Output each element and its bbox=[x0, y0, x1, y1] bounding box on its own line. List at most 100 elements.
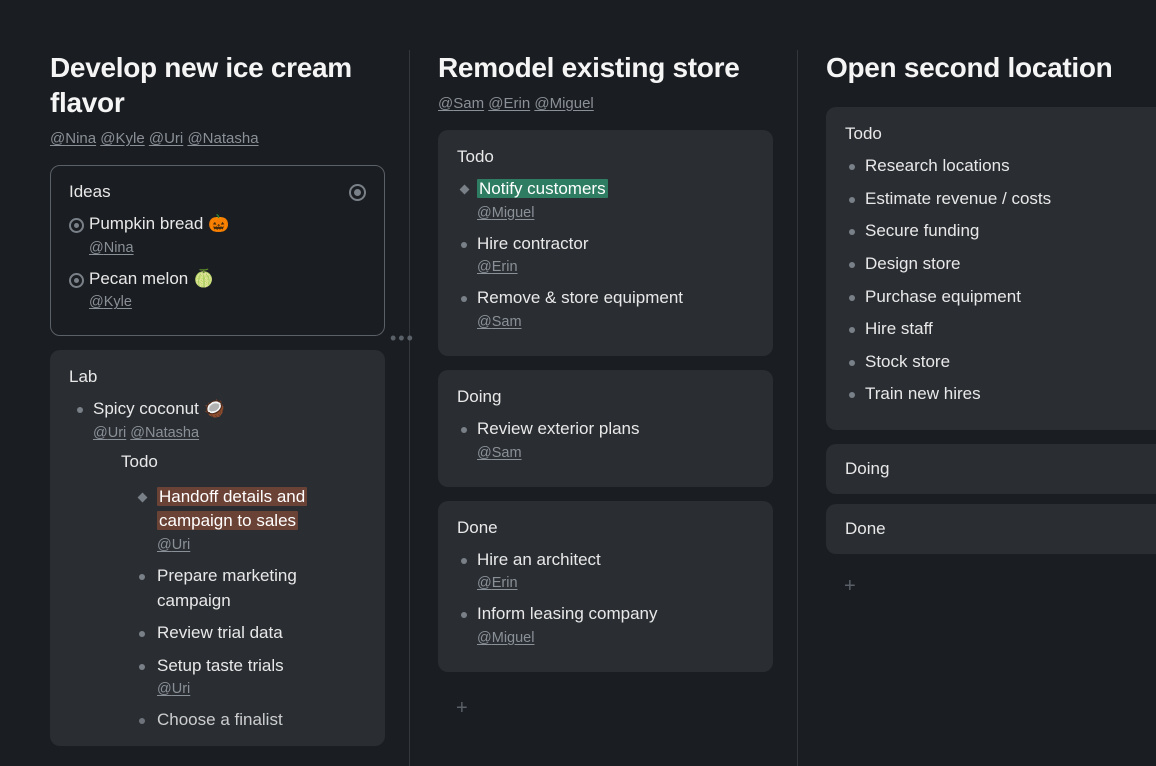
assignee-link[interactable]: @Natasha bbox=[187, 130, 258, 147]
item-assignees: @Sam bbox=[477, 443, 754, 464]
item-text: Design store bbox=[865, 254, 960, 273]
nested-todo: Todo Handoff details and campaign to sal… bbox=[93, 450, 366, 733]
card-doing[interactable]: Doing bbox=[826, 444, 1156, 494]
assignee-link[interactable]: @Sam bbox=[477, 314, 522, 330]
list-item[interactable]: Design store bbox=[845, 252, 1156, 277]
todo-list: Notify customers @Miguel Hire contractor… bbox=[457, 177, 754, 333]
board: Develop new ice cream flavor @Nina @Kyle… bbox=[0, 0, 1156, 766]
item-text: Stock store bbox=[865, 352, 950, 371]
item-text: Remove & store equipment bbox=[477, 288, 683, 307]
assignee-link[interactable]: @Erin bbox=[488, 95, 530, 112]
card-doing[interactable]: Doing Review exterior plans @Sam bbox=[438, 370, 773, 487]
assignee-link[interactable]: @Erin bbox=[477, 575, 518, 591]
item-text: Research locations bbox=[865, 156, 1010, 175]
card-ideas[interactable]: Ideas Pumpkin bread 🎃 @Nina Pecan melon … bbox=[50, 165, 385, 336]
card-todo[interactable]: Todo Notify customers @Miguel Hire contr… bbox=[438, 130, 773, 356]
card-done[interactable]: Done Hire an architect @Erin Inform leas… bbox=[438, 501, 773, 672]
card-title: Doing bbox=[457, 387, 754, 407]
list-item[interactable]: Purchase equipment bbox=[845, 285, 1156, 310]
assignee-link[interactable]: @Uri bbox=[93, 425, 126, 441]
item-text: Prepare marketing campaign bbox=[157, 566, 297, 610]
item-text: Pumpkin bread 🎃 bbox=[89, 214, 229, 233]
list-item[interactable]: Hire an architect @Erin bbox=[457, 548, 754, 595]
add-card-button[interactable]: + bbox=[438, 686, 773, 730]
item-text: Estimate revenue / costs bbox=[865, 189, 1051, 208]
assignee-link[interactable]: @Nina bbox=[50, 130, 96, 147]
list-item[interactable]: Pecan melon 🍈 @Kyle bbox=[69, 267, 366, 314]
column-title: Develop new ice cream flavor bbox=[50, 50, 385, 120]
list-item[interactable]: Pumpkin bread 🎃 @Nina bbox=[69, 212, 366, 259]
item-assignees: @Uri bbox=[157, 535, 366, 556]
column-develop-flavor: Develop new ice cream flavor @Nina @Kyle… bbox=[50, 50, 410, 766]
todo-list: Research locations Estimate revenue / co… bbox=[845, 154, 1156, 407]
list-item[interactable]: Spicy coconut 🥥 @Uri @Natasha Todo Hando… bbox=[73, 397, 366, 733]
assignee-link[interactable]: @Natasha bbox=[130, 425, 199, 441]
list-item[interactable]: Choose a finalist bbox=[135, 708, 366, 733]
list-item[interactable]: Handoff details and campaign to sales @U… bbox=[135, 485, 366, 556]
item-text: Spicy coconut 🥥 bbox=[93, 399, 225, 418]
list-item[interactable]: Review exterior plans @Sam bbox=[457, 417, 754, 464]
assignee-link[interactable]: @Kyle bbox=[89, 294, 132, 310]
column-assignees: @Nina @Kyle @Uri @Natasha bbox=[50, 130, 385, 147]
assignee-link[interactable]: @Miguel bbox=[477, 630, 534, 646]
assignee-link[interactable]: @Erin bbox=[477, 259, 518, 275]
column-open-location: Open second location Todo Research locat… bbox=[826, 50, 1156, 766]
card-todo[interactable]: Todo Research locations Estimate revenue… bbox=[826, 107, 1156, 430]
item-assignees: @Miguel bbox=[477, 628, 754, 649]
list-item[interactable]: Prepare marketing campaign bbox=[135, 564, 366, 613]
assignee-link[interactable]: @Kyle bbox=[100, 130, 144, 147]
assignee-link[interactable]: @Nina bbox=[89, 240, 134, 256]
assignee-link[interactable]: @Miguel bbox=[477, 205, 534, 221]
card-title: Done bbox=[457, 518, 754, 538]
item-text: Purchase equipment bbox=[865, 287, 1021, 306]
assignee-link[interactable]: @Miguel bbox=[534, 95, 593, 112]
assignee-link[interactable]: @Uri bbox=[157, 537, 190, 553]
doing-list: Review exterior plans @Sam bbox=[457, 417, 754, 464]
item-assignees: @Erin bbox=[477, 573, 754, 594]
item-text: Choose a finalist bbox=[157, 710, 283, 729]
target-icon[interactable] bbox=[349, 184, 366, 201]
column-remodel-store: Remodel existing store @Sam @Erin @Migue… bbox=[438, 50, 798, 766]
card-done[interactable]: Done bbox=[826, 504, 1156, 554]
item-text: Hire an architect bbox=[477, 550, 601, 569]
list-item[interactable]: Secure funding bbox=[845, 219, 1156, 244]
add-card-button[interactable]: + bbox=[826, 564, 1156, 608]
done-list: Hire an architect @Erin Inform leasing c… bbox=[457, 548, 754, 649]
item-assignees: @Uri bbox=[157, 679, 366, 700]
column-title: Remodel existing store bbox=[438, 50, 773, 85]
card-lab[interactable]: Lab Spicy coconut 🥥 @Uri @Natasha Todo H… bbox=[50, 350, 385, 746]
list-item[interactable]: Stock store bbox=[845, 350, 1156, 375]
list-item[interactable]: Research locations bbox=[845, 154, 1156, 179]
assignee-link[interactable]: @Uri bbox=[157, 681, 190, 697]
item-text: Setup taste trials bbox=[157, 656, 284, 675]
list-item[interactable]: Train new hires bbox=[845, 382, 1156, 407]
ideas-list: Pumpkin bread 🎃 @Nina Pecan melon 🍈 @Kyl… bbox=[69, 212, 366, 313]
item-text: Review exterior plans bbox=[477, 419, 640, 438]
list-item[interactable]: Hire contractor @Erin bbox=[457, 232, 754, 279]
item-text: Hire contractor bbox=[477, 234, 588, 253]
list-item[interactable]: Estimate revenue / costs bbox=[845, 187, 1156, 212]
nested-section-title: Todo bbox=[121, 450, 366, 475]
item-assignees: @Nina bbox=[89, 238, 366, 259]
item-assignees: @Sam bbox=[477, 312, 754, 333]
column-assignees bbox=[826, 95, 1156, 99]
assignee-link[interactable]: @Uri bbox=[149, 130, 183, 147]
list-item[interactable]: Setup taste trials @Uri bbox=[135, 654, 366, 701]
card-title: Done bbox=[845, 519, 1156, 539]
list-item[interactable]: Inform leasing company @Miguel bbox=[457, 602, 754, 649]
card-title: Todo bbox=[457, 147, 754, 167]
more-menu-icon[interactable]: ••• bbox=[390, 328, 415, 349]
item-text: Train new hires bbox=[865, 384, 981, 403]
list-item[interactable]: Remove & store equipment @Sam bbox=[457, 286, 754, 333]
card-title: Lab bbox=[69, 367, 366, 387]
item-assignees: @Miguel bbox=[477, 203, 754, 224]
item-assignees: @Kyle bbox=[89, 292, 366, 313]
nested-list: Handoff details and campaign to sales @U… bbox=[93, 485, 366, 734]
list-item[interactable]: Review trial data bbox=[135, 621, 366, 646]
assignee-link[interactable]: @Sam bbox=[438, 95, 484, 112]
item-text: Secure funding bbox=[865, 221, 979, 240]
list-item[interactable]: Hire staff bbox=[845, 317, 1156, 342]
card-title: Doing bbox=[845, 459, 1156, 479]
assignee-link[interactable]: @Sam bbox=[477, 445, 522, 461]
list-item[interactable]: Notify customers @Miguel bbox=[457, 177, 754, 224]
